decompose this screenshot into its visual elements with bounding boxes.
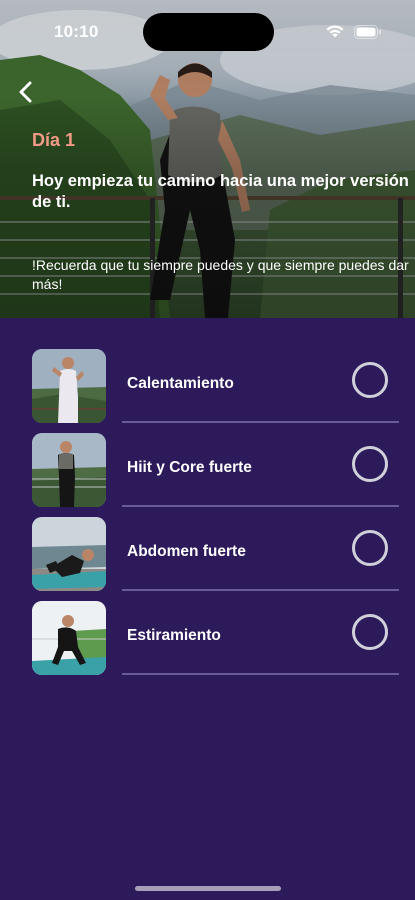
hero-headline: Hoy empieza tu camino hacia una mejor ve… — [32, 172, 409, 211]
battery-icon — [354, 25, 381, 39]
workout-item-calentamiento[interactable]: Calentamiento — [0, 318, 415, 423]
chevron-left-icon — [19, 81, 32, 103]
workout-item-hiit-core[interactable]: Hiit y Core fuerte — [0, 402, 415, 507]
day-label: Día 1 — [32, 130, 76, 150]
workout-title: Abdomen fuerte — [127, 543, 246, 560]
status-time: 10:10 — [54, 22, 99, 41]
completion-checkbox[interactable] — [352, 530, 388, 566]
workout-item-abdomen[interactable]: Abdomen fuerte — [0, 486, 415, 591]
status-bar: 10:10 — [0, 0, 415, 62]
workout-title: Calentamiento — [127, 375, 234, 392]
home-indicator[interactable] — [135, 886, 281, 891]
divider — [122, 673, 399, 675]
completion-checkbox[interactable] — [352, 614, 388, 650]
workout-title: Hiit y Core fuerte — [127, 459, 252, 476]
workout-item-estiramiento[interactable]: Estiramiento — [0, 570, 415, 675]
wifi-icon — [326, 25, 344, 38]
dynamic-island — [143, 13, 274, 51]
hero-banner: 10:10 Día 1 Hoy empieza tu camino hacia … — [0, 0, 415, 318]
completion-checkbox[interactable] — [352, 446, 388, 482]
completion-checkbox[interactable] — [352, 362, 388, 398]
workout-thumbnail — [32, 601, 106, 675]
workout-title: Estiramiento — [127, 627, 221, 644]
back-button[interactable] — [12, 78, 40, 106]
workout-day-screen: 10:10 Día 1 Hoy empieza tu camino hacia … — [0, 0, 415, 900]
hero-reminder: !Recuerda que tu siempre puedes y que si… — [32, 257, 409, 292]
